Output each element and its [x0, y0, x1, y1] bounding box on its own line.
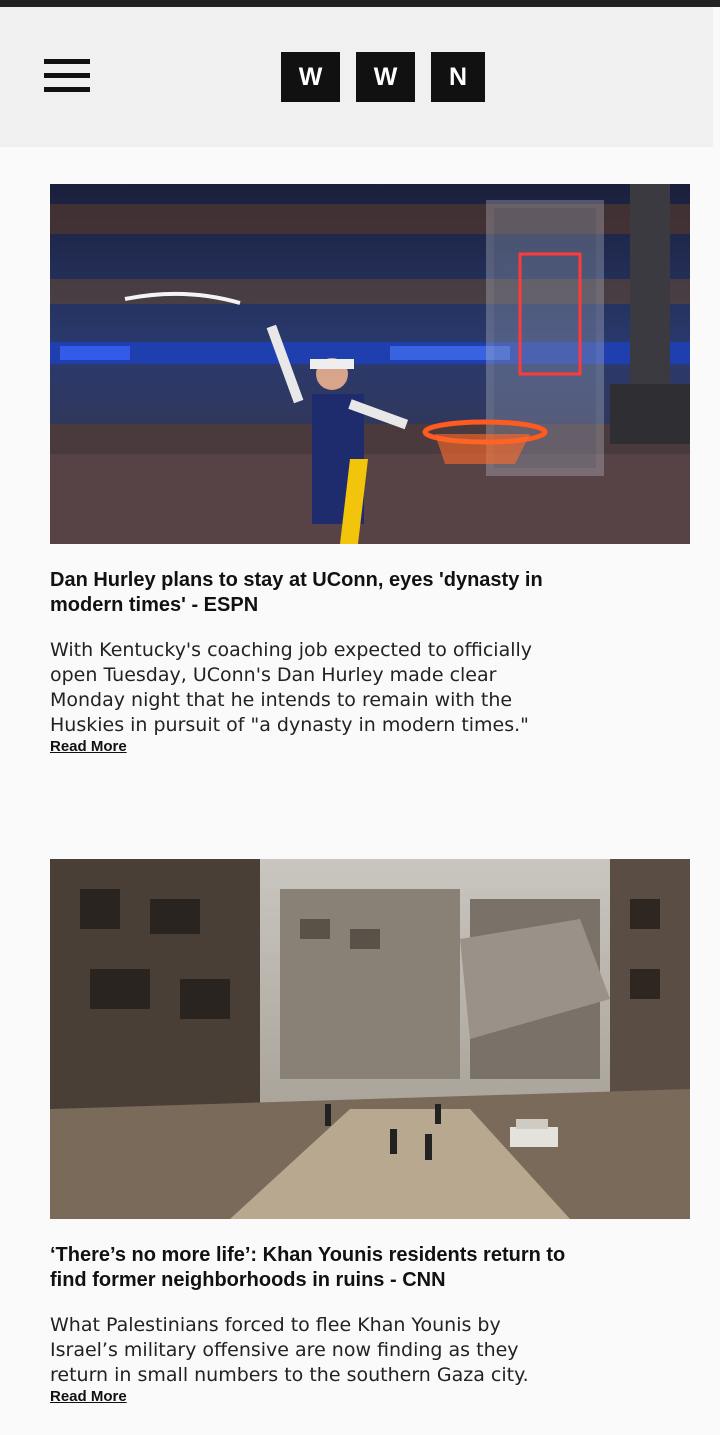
site-logo[interactable]: W W N: [281, 52, 485, 102]
menu-line: [44, 59, 90, 64]
article-title[interactable]: Dan Hurley plans to stay at UConn, eyes …: [50, 568, 570, 618]
logo-letter-2: W: [356, 52, 415, 102]
article-image[interactable]: [50, 184, 690, 544]
article-title[interactable]: ‘There’s no more life’: Khan Younis resi…: [50, 1243, 570, 1293]
article-summary: With Kentucky's coaching job expected to…: [50, 639, 533, 736]
article-image[interactable]: [50, 859, 690, 1219]
article-card: ‘There’s no more life’: Khan Younis resi…: [50, 859, 690, 1406]
menu-icon[interactable]: [44, 59, 90, 95]
article-card: Dan Hurley plans to stay at UConn, eyes …: [50, 184, 690, 756]
logo-letter-1: W: [281, 52, 340, 102]
read-more-link[interactable]: Read More: [50, 738, 127, 755]
menu-line: [44, 73, 90, 78]
top-bar: [0, 0, 720, 7]
menu-line: [44, 87, 90, 92]
read-more-link[interactable]: Read More: [50, 1388, 127, 1405]
site-header: W W N: [0, 7, 713, 147]
logo-letter-3: N: [431, 52, 485, 102]
article-summary: What Palestinians forced to flee Khan Yo…: [50, 1314, 529, 1386]
